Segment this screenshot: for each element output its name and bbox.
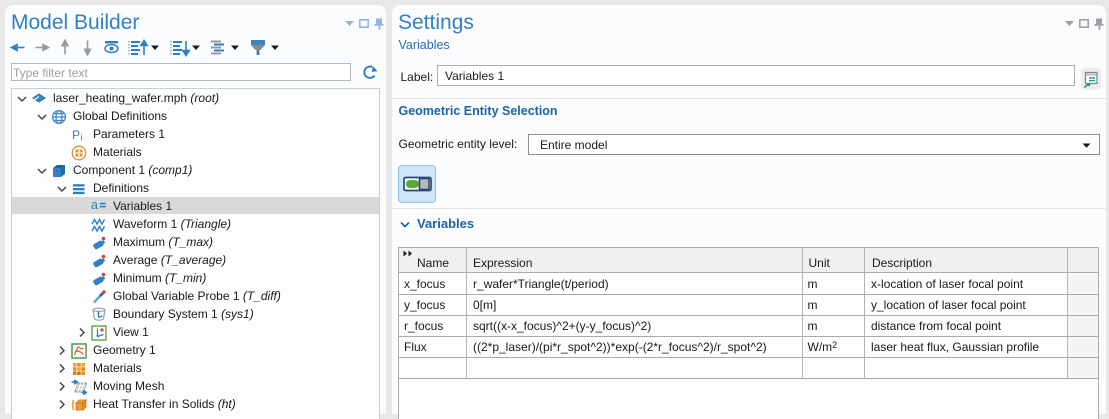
svg-text:a: a: [91, 198, 98, 212]
svg-text:P: P: [72, 128, 80, 142]
svg-text:i: i: [81, 132, 83, 142]
